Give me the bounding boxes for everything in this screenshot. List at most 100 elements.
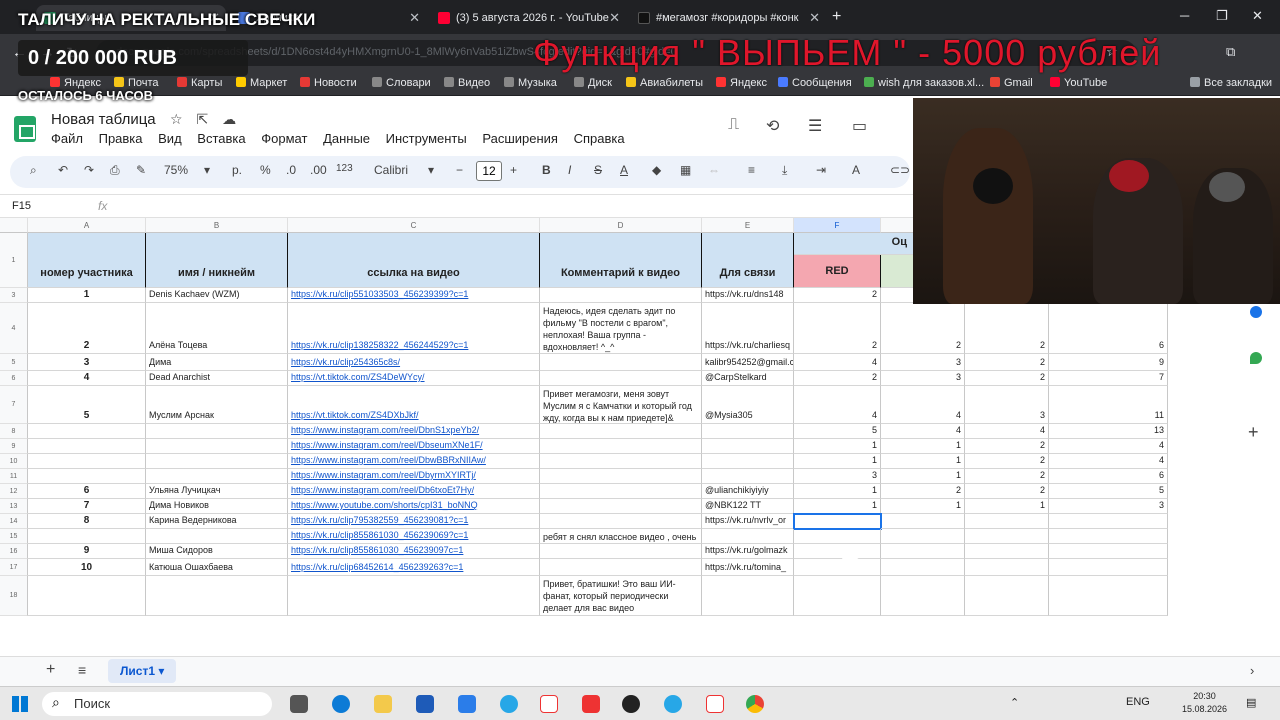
font-size-decrease[interactable]: − <box>456 163 463 177</box>
cell-number[interactable]: 5 <box>28 386 146 424</box>
meet-icon[interactable]: ▭ <box>852 116 867 136</box>
cell-score[interactable]: 2 <box>965 303 1049 354</box>
bookmark-wish[interactable]: wish для заказов.xl... <box>864 77 984 89</box>
cell-score[interactable]: 2 <box>965 454 1049 469</box>
cell-video-link[interactable]: https://www.instagram.com/reel/DbwBBRxNI… <box>288 454 540 469</box>
tab-youtube[interactable]: (3) 5 августа 2026 г. - YouTube ✕ <box>430 5 626 31</box>
cell-contact[interactable]: kalibr954252@gmail.c <box>702 354 794 371</box>
document-title[interactable]: Новая таблица <box>51 111 156 128</box>
header-red[interactable]: RED <box>794 255 881 288</box>
cell-score[interactable]: 13 <box>1049 424 1168 439</box>
cell-score[interactable] <box>1049 514 1168 529</box>
cell-number[interactable]: 10 <box>28 559 146 576</box>
cell-video-link[interactable]: https://vk.ru/clip795382559_456239081?c=… <box>288 514 540 529</box>
cell-comment[interactable] <box>540 484 702 499</box>
cell-score[interactable]: 1 <box>881 454 965 469</box>
telegram-icon[interactable] <box>500 695 518 713</box>
cell-score[interactable]: 1 <box>881 469 965 484</box>
menu-data[interactable]: Данные <box>323 131 370 146</box>
cell-score[interactable] <box>1049 576 1168 616</box>
cell-score[interactable]: 4 <box>794 354 881 371</box>
cell-score[interactable]: 1 <box>794 454 881 469</box>
move-icon[interactable]: ⇱ <box>196 111 208 127</box>
chevron-down-icon[interactable]: ▾ <box>204 163 210 177</box>
cell-score[interactable]: 3 <box>881 354 965 371</box>
outlook-icon[interactable] <box>458 695 476 713</box>
cell-contact[interactable] <box>702 576 794 616</box>
cell-number[interactable] <box>28 469 146 484</box>
bookmark-flights[interactable]: Авиабилеты <box>626 77 703 89</box>
close-icon[interactable]: ✕ <box>609 5 620 31</box>
cell-name[interactable]: Катюша Ошахбаева <box>146 559 288 576</box>
header-number[interactable]: номер участника <box>28 233 146 288</box>
cell-score[interactable]: 2 <box>965 371 1049 386</box>
row-header[interactable]: 4 <box>0 303 28 354</box>
side-panel-toggle-icon[interactable]: › <box>1250 663 1254 678</box>
row-header[interactable]: 5 <box>0 354 28 371</box>
cell-name[interactable]: Карина Ведерникова <box>146 514 288 529</box>
cell-video-link[interactable] <box>288 576 540 616</box>
cell-name[interactable]: Denis Kachaev (WZM) <box>146 288 288 303</box>
header-name[interactable]: имя / никнейм <box>146 233 288 288</box>
row-header[interactable]: 10 <box>0 454 28 469</box>
activity-icon[interactable]: ⎍ <box>728 116 739 134</box>
text-color-icon[interactable]: A <box>620 163 628 177</box>
bookmark-maps[interactable]: Карты <box>177 77 222 89</box>
cell-number[interactable]: 8 <box>28 514 146 529</box>
borders-icon[interactable]: ▦ <box>680 163 691 177</box>
name-box[interactable]: F15 <box>12 200 31 212</box>
cell-score[interactable]: 2 <box>965 469 1049 484</box>
chevron-down-icon[interactable]: ▾ <box>428 163 434 177</box>
cell-comment[interactable] <box>540 469 702 484</box>
cell-score[interactable]: 4 <box>881 424 965 439</box>
language-indicator[interactable]: ENG <box>1126 696 1150 708</box>
cell-score[interactable] <box>1049 529 1168 544</box>
extensions-icon[interactable]: ⧉ <box>1226 44 1235 60</box>
cell-number[interactable]: 1 <box>28 288 146 303</box>
cell-number[interactable] <box>28 424 146 439</box>
row-header[interactable]: 6 <box>0 371 28 386</box>
percent-format[interactable]: % <box>260 163 271 177</box>
cell-number[interactable]: 6 <box>28 484 146 499</box>
cell-score[interactable] <box>793 513 882 530</box>
cell-number[interactable] <box>28 439 146 454</box>
edge-icon[interactable] <box>332 695 350 713</box>
cell-name[interactable] <box>146 529 288 544</box>
decrease-decimal[interactable]: .0 <box>286 163 296 177</box>
currency-format[interactable]: р. <box>232 163 242 177</box>
cell-video-link[interactable]: https://vk.ru/clip68452614_456239263?c=1 <box>288 559 540 576</box>
cell-name[interactable]: Миша Сидоров <box>146 544 288 559</box>
cell-comment[interactable]: Привет мегамозги, меня зовут Муслим я с … <box>540 386 702 424</box>
yandex-browser-icon[interactable] <box>706 695 724 713</box>
row-header[interactable]: 9 <box>0 439 28 454</box>
zoom-select[interactable]: 75% <box>164 163 188 177</box>
strikethrough-icon[interactable]: S <box>594 163 602 177</box>
column-header[interactable]: D <box>540 218 702 233</box>
cell-name[interactable]: Муслим Арснак <box>146 386 288 424</box>
cell-comment[interactable] <box>540 354 702 371</box>
all-sheets-icon[interactable]: ≡ <box>78 662 86 678</box>
add-sheet-icon[interactable]: + <box>46 661 55 679</box>
cell-comment[interactable] <box>540 544 702 559</box>
cell-number[interactable]: 7 <box>28 499 146 514</box>
cell-score[interactable]: 1 <box>965 499 1049 514</box>
notifications-icon[interactable]: ▤ <box>1246 696 1256 709</box>
fill-color-icon[interactable]: ◆ <box>652 163 661 177</box>
row-header[interactable]: 12 <box>0 484 28 499</box>
row-header[interactable]: 8 <box>0 424 28 439</box>
clock[interactable]: 20:30 15.08.2026 <box>1182 690 1227 716</box>
cell-video-link[interactable]: https://www.instagram.com/reel/DbseumXNe… <box>288 439 540 454</box>
cell-score[interactable]: 1 <box>881 499 965 514</box>
redo-icon[interactable]: ↷ <box>84 163 94 177</box>
cell-contact[interactable]: @Mysia305 <box>702 386 794 424</box>
cell-name[interactable]: Dead Anarchist <box>146 371 288 386</box>
cell-score[interactable]: 5 <box>1049 484 1168 499</box>
cell-score[interactable] <box>965 559 1049 576</box>
header-comment[interactable]: Комментарий к видео <box>540 233 702 288</box>
cell-name[interactable] <box>146 576 288 616</box>
cell-score[interactable]: 4 <box>1049 439 1168 454</box>
cell-score[interactable] <box>965 544 1049 559</box>
bookmark-gmail[interactable]: Gmail <box>990 77 1033 89</box>
bookmark-disk[interactable]: Диск <box>574 77 612 89</box>
cell-score[interactable]: 4 <box>965 424 1049 439</box>
